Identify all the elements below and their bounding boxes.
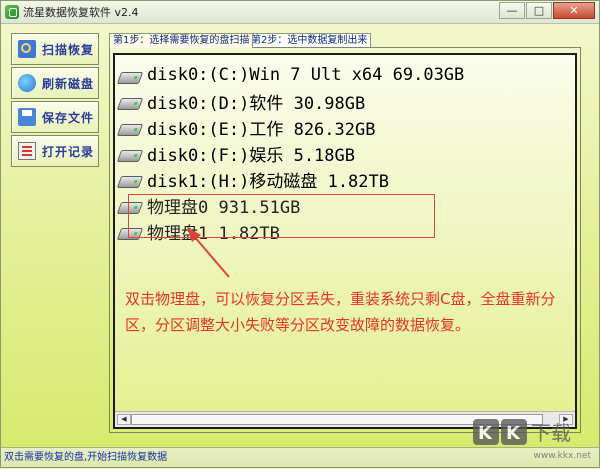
drive-item[interactable]: disk0:(C:)Win 7 Ult x64 69.03GB [116,64,465,86]
refresh-disk-button[interactable]: 刷新磁盘 [11,67,99,99]
log-icon [18,142,36,160]
refresh-icon [18,74,36,92]
svg-text:K: K [506,423,521,444]
hard-drive-icon [116,72,144,84]
highlight-box [128,194,435,238]
tab-step2[interactable]: 第2步：选中数据复制出来 [247,33,372,47]
scan-recover-label: 扫描恢复 [42,42,95,57]
app-window: 流星数据恢复软件 v2.4 — □ ✕ 扫描恢复 刷新磁盘 保存文件 打开记录 … [0,0,600,468]
drive-label: disk0:(F:)娱乐 5.18GB [147,145,355,166]
watermark-url: www.kkx.net [533,451,592,461]
drive-label: disk1:(H:)移动磁盘 1.82TB [147,171,389,192]
drive-label: disk0:(E:)工作 826.32GB [147,119,376,140]
drive-list[interactable]: disk0:(C:)Win 7 Ult x64 69.03GB disk0:(D… [113,53,577,429]
refresh-disk-label: 刷新磁盘 [42,76,95,91]
save-file-button[interactable]: 保存文件 [11,101,99,133]
tab-step1[interactable]: 第1步：选择需要恢复的盘扫描 [109,33,254,48]
annotation-text: 双击物理盘，可以恢复分区丢失，重装系统只剩C盘，全盘重新分区，分区调整大小失败等… [125,290,556,334]
app-logo-icon [5,5,19,19]
drive-item[interactable]: disk1:(H:)移动磁盘 1.82TB [116,168,389,192]
hard-drive-icon [116,176,144,188]
scan-recover-button[interactable]: 扫描恢复 [11,33,99,65]
open-log-label: 打开记录 [42,144,95,159]
open-log-button[interactable]: 打开记录 [11,135,99,167]
drive-item[interactable]: disk0:(E:)工作 826.32GB [116,116,376,140]
hard-drive-icon [116,98,144,110]
window-title: 流星数据恢复软件 v2.4 [23,6,139,19]
svg-text:下载: 下载 [531,421,571,445]
close-button[interactable]: ✕ [553,2,595,19]
hard-drive-icon [116,150,144,162]
blurred-title-text [191,6,491,16]
hard-drive-icon [116,124,144,136]
watermark-logo: K K 下载 www.kkx.net [473,417,593,461]
maximize-button[interactable]: □ [526,2,552,19]
drive-label: disk0:(C:)Win 7 Ult x64 69.03GB [147,65,465,85]
minimize-button[interactable]: — [499,2,525,19]
save-icon [18,108,36,126]
scroll-left-icon[interactable]: ◀ [117,414,131,425]
scan-icon [18,40,36,58]
svg-text:K: K [478,423,493,444]
drive-item[interactable]: disk0:(F:)娱乐 5.18GB [116,142,355,166]
save-file-label: 保存文件 [42,110,95,125]
drive-label: disk0:(D:)软件 30.98GB [147,93,366,114]
drive-item[interactable]: disk0:(D:)软件 30.98GB [116,90,366,114]
title-bar[interactable]: 流星数据恢复软件 v2.4 — □ ✕ [1,1,599,24]
